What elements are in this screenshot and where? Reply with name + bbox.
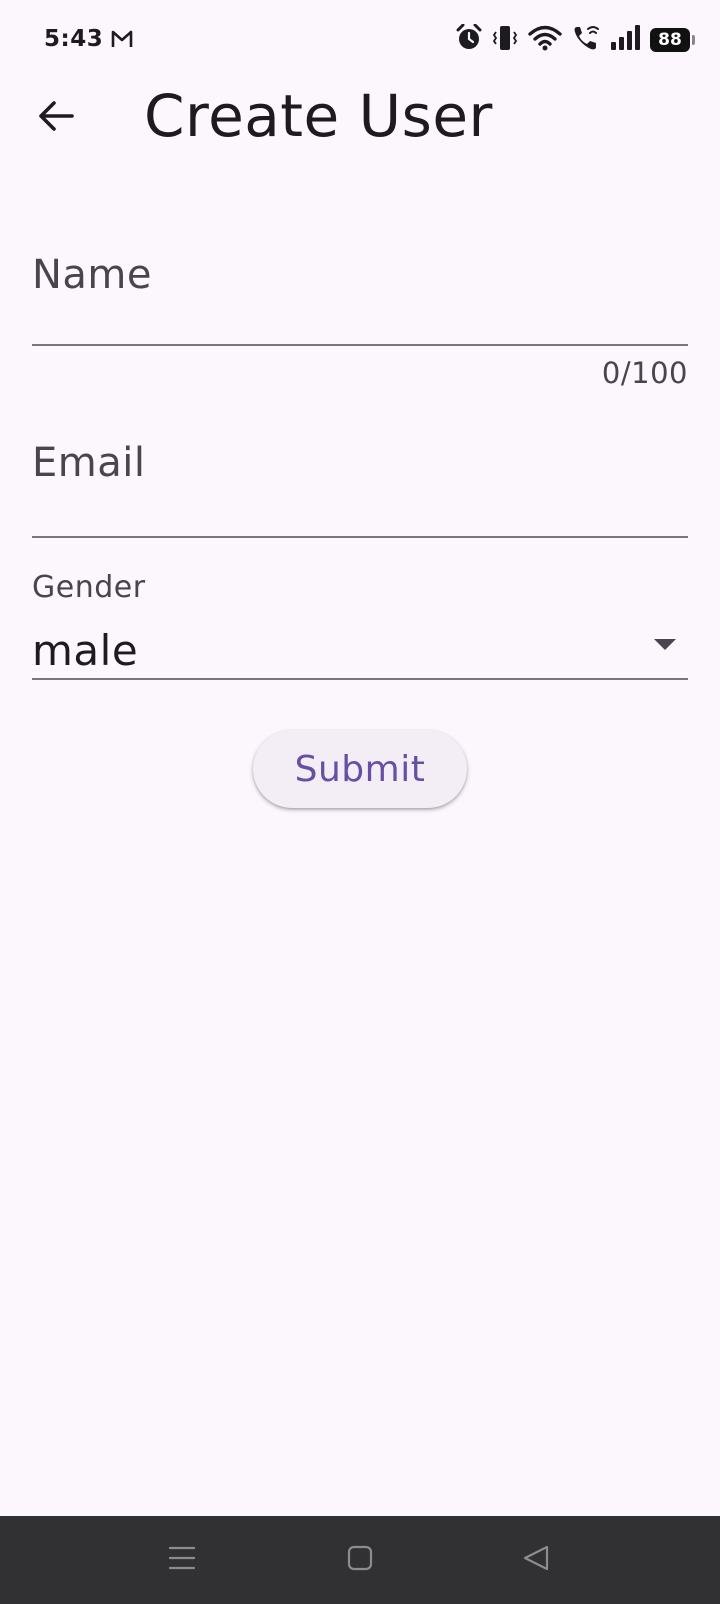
wifi-call-icon — [572, 24, 600, 56]
name-field[interactable]: Name 0/100 — [32, 246, 688, 396]
arrow-back-icon — [38, 100, 74, 136]
signal-icon — [610, 25, 640, 55]
name-field-underline — [32, 344, 688, 346]
home-icon — [347, 1545, 373, 1575]
menu-icon — [168, 1545, 196, 1575]
email-field[interactable]: Email — [32, 434, 688, 540]
create-user-screen: 5:43 88 Create User Name 0/100 Email Gen… — [0, 0, 720, 1604]
battery-icon: 88 — [650, 28, 695, 52]
system-nav-bar — [0, 1516, 720, 1604]
gender-dropdown[interactable]: Gender male — [32, 570, 688, 682]
email-field-underline — [32, 536, 688, 538]
page-title: Create User — [144, 82, 493, 150]
status-time: 5:43 — [44, 26, 104, 52]
gender-label: Gender — [32, 570, 146, 605]
back-triangle-icon — [523, 1545, 549, 1575]
status-icons: 88 — [456, 23, 695, 56]
name-field-label: Name — [32, 252, 153, 298]
alarm-icon — [456, 23, 482, 56]
back-button[interactable] — [24, 86, 88, 150]
email-field-label: Email — [32, 440, 146, 486]
status-bar: 5:43 88 — [0, 0, 720, 84]
wifi-icon — [528, 24, 562, 56]
back-nav-button[interactable] — [514, 1538, 558, 1582]
gender-selected-value: male — [32, 626, 139, 675]
dropdown-arrow-icon — [654, 636, 676, 655]
gmail-icon — [111, 29, 133, 53]
vibrate-icon — [492, 24, 518, 56]
home-button[interactable] — [338, 1538, 382, 1582]
recents-button[interactable] — [160, 1538, 204, 1582]
name-char-counter: 0/100 — [601, 356, 688, 390]
gender-dropdown-underline — [32, 678, 688, 680]
submit-button[interactable]: Submit — [253, 730, 467, 808]
